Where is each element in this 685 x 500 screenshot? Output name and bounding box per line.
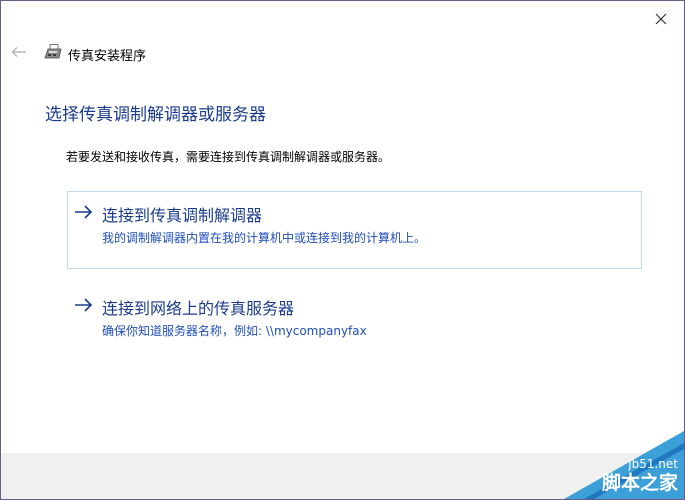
option-connect-fax-server[interactable]: 连接到网络上的传真服务器 确保你知道服务器名称，例如: \\mycompanyf… (67, 284, 642, 362)
close-icon (655, 13, 667, 25)
title-bar: 传真安装程序 (1, 37, 684, 67)
watermark-brand: 脚本之家 (601, 472, 678, 494)
back-button[interactable] (9, 43, 29, 61)
page-heading: 选择传真调制解调器或服务器 (45, 105, 266, 125)
option-title: 连接到传真调制解调器 (102, 206, 263, 225)
back-arrow-icon (11, 47, 26, 57)
fax-setup-window: 传真安装程序 选择传真调制解调器或服务器 若要发送和接收传真，需要连接到传真调制… (0, 0, 685, 500)
fax-machine-icon (44, 44, 62, 59)
option-description: 确保你知道服务器名称，例如: \\mycompanyfax (102, 324, 367, 338)
arrow-right-icon (75, 298, 93, 312)
window-title: 传真安装程序 (68, 49, 147, 64)
intro-text: 若要发送和接收传真，需要连接到传真调制解调器或服务器。 (66, 150, 391, 164)
option-connect-fax-modem[interactable]: 连接到传真调制解调器 我的调制解调器内置在我的计算机中或连接到我的计算机上。 (67, 191, 642, 269)
arrow-right-icon (75, 205, 93, 219)
watermark: jb51.net 脚本之家 (524, 409, 684, 499)
option-description: 我的调制解调器内置在我的计算机中或连接到我的计算机上。 (102, 231, 427, 245)
option-title: 连接到网络上的传真服务器 (102, 299, 295, 318)
close-button[interactable] (646, 7, 676, 31)
